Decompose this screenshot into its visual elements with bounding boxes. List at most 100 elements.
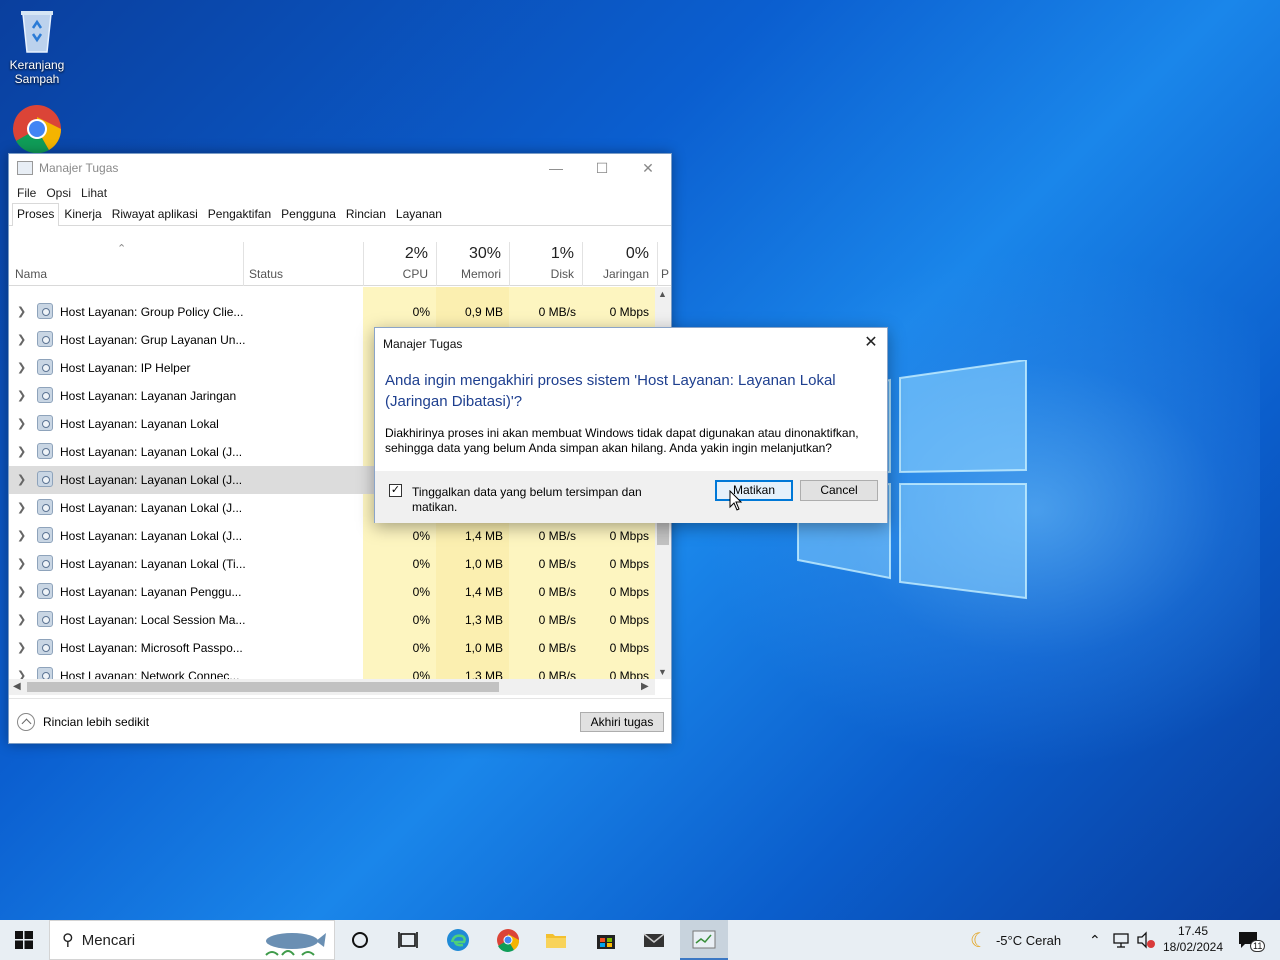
table-row[interactable]: ❯ Host Layanan: Local Session Ma... 0% 1,3 … bbox=[9, 606, 655, 634]
chevron-right-icon[interactable]: ❯ bbox=[17, 361, 26, 374]
minimize-icon[interactable]: — bbox=[533, 154, 579, 182]
task-manager-app-icon bbox=[17, 161, 33, 175]
process-cpu: 0% bbox=[412, 641, 430, 655]
file-explorer-icon[interactable] bbox=[544, 928, 568, 952]
task-manager-icon bbox=[692, 930, 716, 949]
cancel-button[interactable]: Cancel bbox=[800, 480, 878, 501]
scroll-down-icon[interactable]: ▼ bbox=[658, 667, 667, 677]
dialog-heading: Anda ingin mengakhiri proses sistem 'Hos… bbox=[385, 372, 836, 410]
volume-muted-icon[interactable] bbox=[1136, 931, 1156, 949]
menu-file[interactable]: File bbox=[15, 186, 44, 200]
process-name: Host Layanan: Layanan Lokal (J... bbox=[60, 501, 243, 515]
scroll-left-icon[interactable]: ◀ bbox=[13, 681, 21, 692]
network-icon[interactable] bbox=[1112, 931, 1130, 949]
notification-center-button[interactable]: 11 bbox=[1238, 920, 1266, 960]
table-row[interactable]: ❯ Host Layanan: Group Policy Clie... 0% 0,9… bbox=[9, 298, 655, 326]
abandon-data-checkbox[interactable]: ✓ bbox=[389, 484, 402, 497]
chevron-right-icon[interactable]: ❯ bbox=[17, 305, 26, 318]
col-extra[interactable]: P bbox=[657, 242, 671, 286]
table-row[interactable]: ❯ Host Layanan: Network Connec... 0% 1,3 MB… bbox=[9, 662, 655, 679]
start-button[interactable] bbox=[0, 920, 48, 960]
chevron-right-icon[interactable]: ❯ bbox=[17, 501, 26, 514]
end-process-dialog: Manajer Tugas ✕ Anda ingin mengakhiri pr… bbox=[374, 327, 888, 523]
desktop-icon-recycle-bin[interactable]: Keranjang Sampah bbox=[0, 6, 74, 86]
table-row[interactable]: ❯ Host Layanan: Layanan Lokal (Ti... 0% 1,0… bbox=[9, 550, 655, 578]
gear-icon bbox=[37, 611, 53, 627]
notification-count: 11 bbox=[1250, 940, 1266, 952]
task-manager-taskbar-button[interactable] bbox=[680, 920, 728, 960]
table-row[interactable]: ❯ Host Layanan: Microsoft Passpo... 0% 1,0 … bbox=[9, 634, 655, 662]
chevron-right-icon[interactable]: ❯ bbox=[17, 641, 26, 654]
chevron-right-icon[interactable]: ❯ bbox=[17, 585, 26, 598]
whale-illustration-icon bbox=[265, 933, 326, 956]
dialog-title: Manajer Tugas bbox=[383, 337, 463, 351]
process-memory: 1,0 MB bbox=[464, 641, 503, 655]
menu-view[interactable]: Lihat bbox=[79, 186, 115, 200]
scroll-up-icon[interactable]: ▲ bbox=[658, 289, 667, 299]
col-memory[interactable]: 30% Memori bbox=[436, 242, 509, 286]
col-disk[interactable]: 1% Disk bbox=[509, 242, 582, 286]
chevron-right-icon[interactable]: ❯ bbox=[17, 613, 26, 626]
process-name: Host Layanan: Microsoft Passpo... bbox=[60, 641, 243, 655]
table-row[interactable]: ❯ Host Layanan: Layanan Penggu... 0% 1,4 MB… bbox=[9, 578, 655, 606]
tab-details[interactable]: Rincian bbox=[341, 203, 391, 225]
edge-icon[interactable] bbox=[446, 928, 470, 952]
mail-icon[interactable] bbox=[642, 928, 666, 952]
chevron-right-icon[interactable]: ❯ bbox=[17, 669, 26, 679]
title-bar[interactable]: Manajer Tugas — ☐ ✕ bbox=[9, 154, 671, 182]
process-name: Host Layanan: IP Helper bbox=[60, 361, 191, 375]
chevron-right-icon[interactable]: ❯ bbox=[17, 417, 26, 430]
col-cpu-label: CPU bbox=[402, 267, 428, 281]
col-network-label: Jaringan bbox=[602, 267, 649, 281]
end-task-button[interactable]: Akhiri tugas bbox=[580, 712, 664, 732]
horizontal-scroll-thumb[interactable] bbox=[27, 682, 499, 692]
taskbar: ⚲ Mencari ☾ -5°C Cerah ⌃ 17.45 18/02/202… bbox=[0, 920, 1280, 960]
horizontal-scrollbar[interactable]: ◀ ▶ bbox=[9, 679, 655, 695]
taskbar-search-box[interactable]: ⚲ Mencari bbox=[49, 920, 335, 960]
desktop-icon-chrome[interactable] bbox=[0, 104, 74, 154]
tab-app-history[interactable]: Riwayat aplikasi bbox=[107, 203, 203, 225]
chevron-right-icon[interactable]: ❯ bbox=[17, 557, 26, 570]
chevron-right-icon[interactable]: ❯ bbox=[17, 473, 26, 486]
chevron-up-icon[interactable]: ⌃ bbox=[1089, 920, 1101, 960]
maximize-icon[interactable]: ☐ bbox=[579, 154, 625, 182]
task-manager-footer: Rincian lebih sedikit Akhiri tugas bbox=[9, 698, 671, 744]
fewer-details-button[interactable]: Rincian lebih sedikit bbox=[17, 713, 149, 731]
cortana-icon[interactable] bbox=[348, 928, 372, 952]
window-title: Manajer Tugas bbox=[39, 161, 119, 175]
tab-startup[interactable]: Pengaktifan bbox=[203, 203, 276, 225]
col-name[interactable]: Nama bbox=[9, 242, 243, 286]
tab-services[interactable]: Layanan bbox=[391, 203, 447, 225]
weather-text: -5°C Cerah bbox=[995, 932, 1062, 948]
chevron-right-icon[interactable]: ❯ bbox=[17, 333, 26, 346]
process-name: Host Layanan: Layanan Jaringan bbox=[60, 389, 237, 403]
scroll-right-icon[interactable]: ▶ bbox=[641, 681, 649, 692]
network-total: 0% bbox=[625, 245, 649, 262]
weather-widget[interactable]: ☾ -5°C Cerah bbox=[970, 920, 1061, 960]
col-memory-label: Memori bbox=[460, 267, 501, 281]
menu-options[interactable]: Opsi bbox=[44, 186, 79, 200]
task-view-icon[interactable] bbox=[396, 928, 420, 952]
chevron-right-icon[interactable]: ❯ bbox=[17, 529, 26, 542]
tab-processes[interactable]: Proses bbox=[12, 203, 60, 226]
process-name: Host Layanan: Layanan Lokal (J... bbox=[60, 445, 243, 459]
microsoft-store-icon[interactable] bbox=[594, 928, 618, 952]
system-clock[interactable]: 17.45 18/02/2024 bbox=[1160, 923, 1226, 955]
chevron-right-icon[interactable]: ❯ bbox=[17, 389, 26, 402]
shutdown-button[interactable]: Matikan bbox=[715, 480, 793, 501]
chrome-taskbar-icon[interactable] bbox=[496, 928, 520, 952]
col-status[interactable]: Status bbox=[243, 242, 363, 286]
table-row[interactable]: ❯ Host Layanan: Layanan Lokal (J... 0% 1,4 … bbox=[9, 522, 655, 550]
col-cpu[interactable]: 2% CPU bbox=[363, 242, 436, 286]
chevron-right-icon[interactable]: ❯ bbox=[17, 445, 26, 458]
tab-strip: Proses Kinerja Riwayat aplikasi Pengakti… bbox=[9, 203, 671, 226]
close-icon[interactable]: ✕ bbox=[625, 154, 671, 182]
gear-icon bbox=[37, 639, 53, 655]
tab-performance[interactable]: Kinerja bbox=[59, 203, 106, 225]
gear-icon bbox=[37, 387, 53, 403]
process-network: 0 Mbps bbox=[609, 669, 649, 679]
fewer-details-label: Rincian lebih sedikit bbox=[43, 715, 150, 729]
tab-users[interactable]: Pengguna bbox=[276, 203, 341, 225]
close-icon[interactable]: ✕ bbox=[861, 332, 881, 352]
col-network[interactable]: 0% Jaringan bbox=[582, 242, 657, 286]
